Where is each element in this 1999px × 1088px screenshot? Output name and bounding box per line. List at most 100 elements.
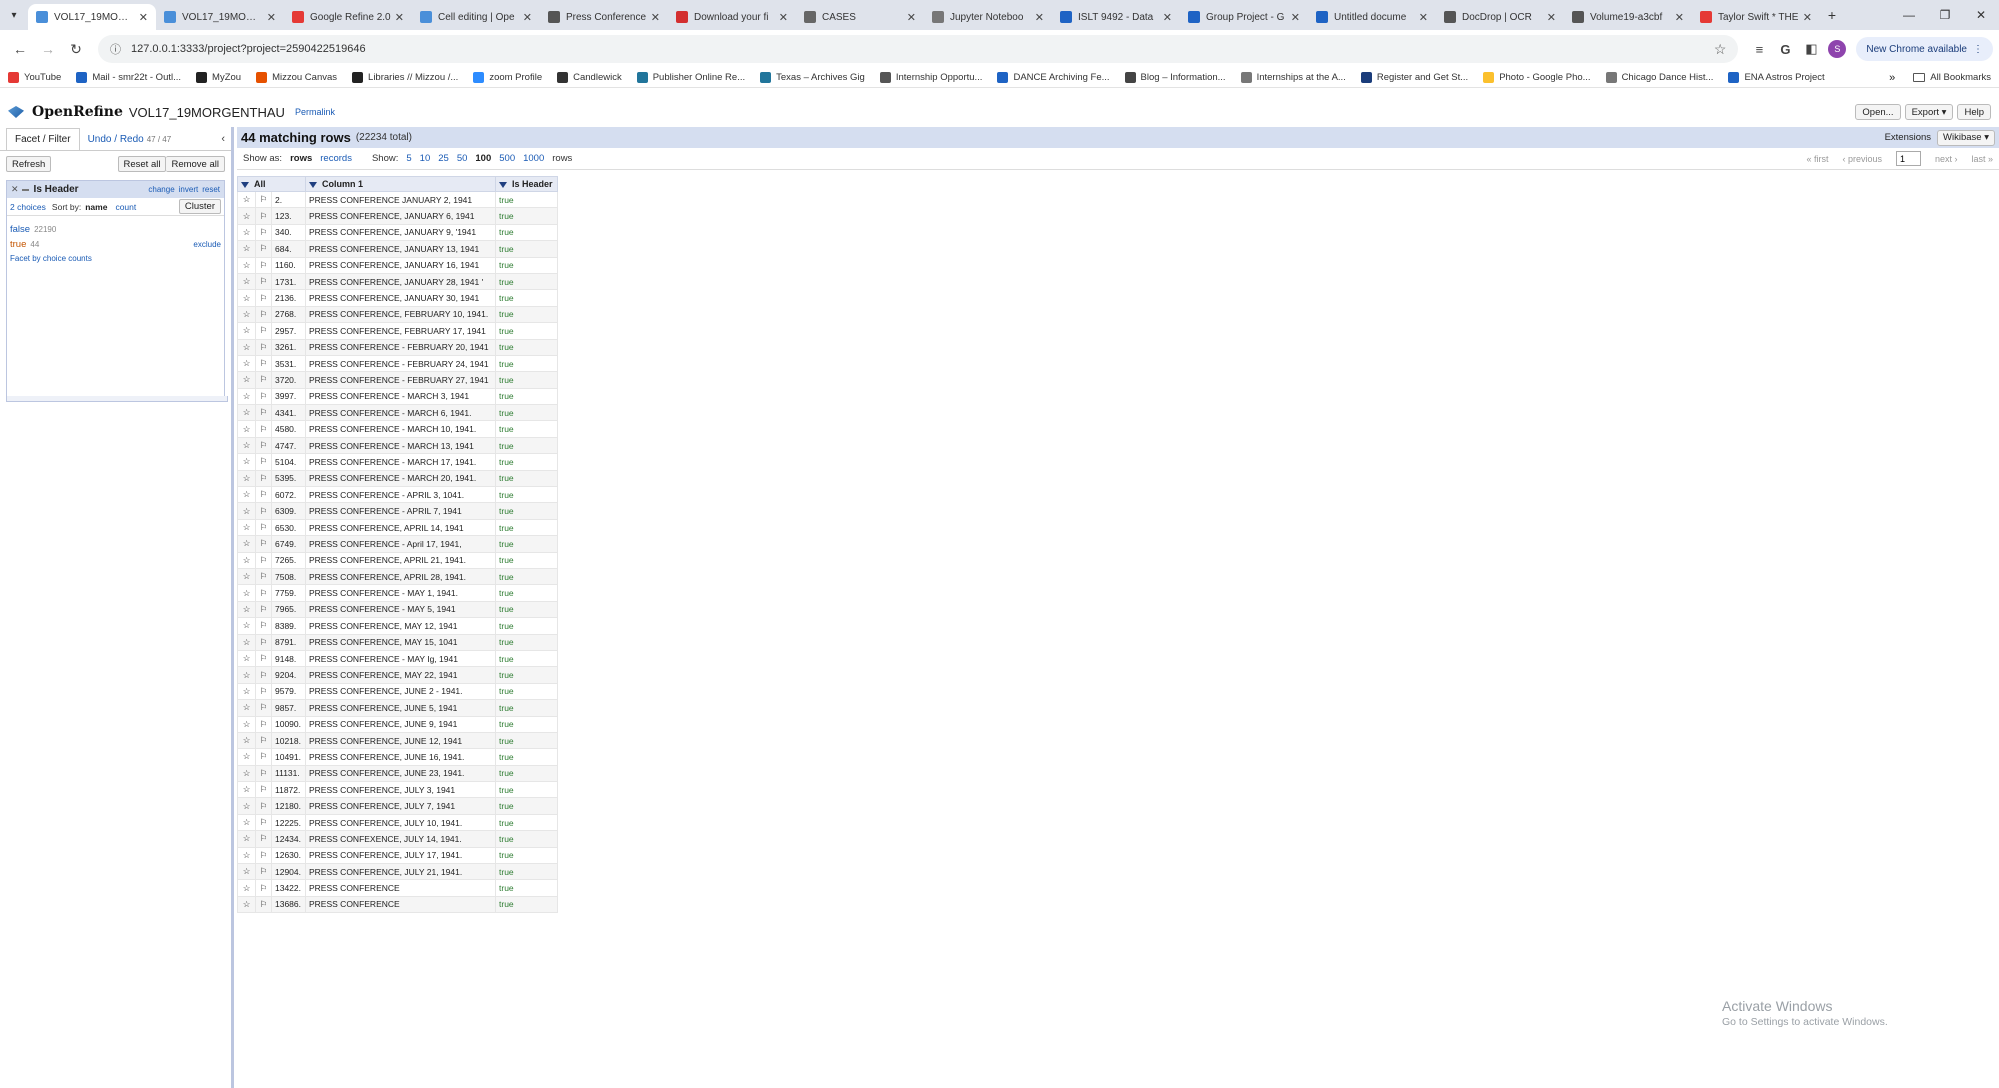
browser-tab[interactable]: DocDrop | OCR ✕ [1436, 4, 1564, 30]
cell-is-header[interactable]: true [495, 666, 558, 684]
facet-reset-link[interactable]: reset [202, 185, 220, 194]
cell-column-1[interactable]: PRESS CONFERENCE, JULY 17, 1941. [305, 846, 496, 865]
browser-tab[interactable]: ISLT 9492 - Data ✕ [1052, 4, 1180, 30]
star-row-icon[interactable]: ☆ [237, 354, 256, 373]
flag-row-icon[interactable]: ⚐ [255, 699, 272, 717]
show-as-rows[interactable]: rows [290, 153, 312, 164]
project-name[interactable]: VOL17_19MORGENTHAU [129, 105, 285, 120]
flag-row-icon[interactable]: ⚐ [255, 272, 272, 291]
page-size-option[interactable]: 10 [420, 153, 431, 164]
star-row-icon[interactable]: ☆ [237, 764, 256, 783]
flag-row-icon[interactable]: ⚐ [255, 387, 272, 406]
cell-is-header[interactable]: true [495, 404, 558, 422]
facet-choices-link[interactable]: 2 choices [10, 202, 46, 212]
cell-column-1[interactable]: PRESS CONFERENCE, MAY 22, 1941 [305, 666, 496, 684]
flag-row-icon[interactable]: ⚐ [255, 338, 272, 356]
cell-is-header[interactable]: true [495, 797, 558, 815]
flag-row-icon[interactable]: ⚐ [255, 289, 272, 307]
side-panel-icon[interactable]: ◧ [1798, 36, 1824, 62]
cell-is-header[interactable]: true [495, 715, 558, 733]
bookmark-item[interactable]: YouTube [8, 72, 61, 83]
bookmark-item[interactable]: Chicago Dance Hist... [1605, 72, 1713, 83]
cell-is-header[interactable]: true [495, 879, 558, 897]
star-row-icon[interactable]: ☆ [237, 633, 256, 651]
cell-column-1[interactable]: PRESS CONFERENCE, FEBRUARY 10, 1941. [305, 305, 496, 324]
avatar[interactable]: S [1828, 40, 1847, 58]
bookmark-item[interactable]: Photo - Google Pho... [1483, 72, 1591, 83]
cell-column-1[interactable]: PRESS CONFERENCE - APRIL 3, 1041. [305, 486, 496, 504]
restore-icon[interactable]: ❐ [1927, 0, 1963, 30]
next-page-link[interactable]: next › [1935, 154, 1958, 164]
close-tab-icon[interactable]: ✕ [1547, 11, 1556, 24]
flag-row-icon[interactable]: ⚐ [255, 404, 272, 422]
browser-tab[interactable]: CASES ✕ [796, 4, 924, 30]
media-control-icon[interactable]: ≡ [1746, 36, 1772, 62]
cell-column-1[interactable]: PRESS CONFERENCE, FEBRUARY 17, 1941 [305, 322, 496, 340]
facet-choice-false[interactable]: false 22190 [7, 222, 224, 237]
cell-column-1[interactable]: PRESS CONFERENCE, JANUARY 6, 1941 [305, 207, 496, 225]
bookmark-item[interactable]: Register and Get St... [1360, 72, 1468, 83]
flag-row-icon[interactable]: ⚐ [255, 256, 272, 274]
star-row-icon[interactable]: ☆ [237, 387, 256, 406]
cell-column-1[interactable]: PRESS CONFERENCE, JUNE 2 - 1941. [305, 682, 496, 701]
star-row-icon[interactable]: ☆ [237, 404, 256, 422]
last-page-link[interactable]: last » [1971, 154, 1993, 164]
cell-column-1[interactable]: PRESS CONFERENCE - MARCH 17, 1941. [305, 453, 496, 471]
bookmark-item[interactable]: Mizzou Canvas [256, 72, 337, 83]
new-tab-icon[interactable]: + [1820, 0, 1844, 30]
star-row-icon[interactable]: ☆ [237, 895, 256, 914]
help-button[interactable]: Help [1957, 104, 1991, 120]
refresh-button[interactable]: Refresh [6, 156, 52, 172]
cell-column-1[interactable]: PRESS CONFERENCE, JUNE 12, 1941 [305, 731, 496, 750]
all-bookmarks-button[interactable]: All Bookmarks [1913, 72, 1991, 83]
cell-column-1[interactable]: PRESS CONFERENCE - MAY 1, 1941. [305, 584, 496, 602]
site-info-icon[interactable]: ⓘ [110, 41, 121, 57]
star-row-icon[interactable]: ☆ [237, 879, 256, 897]
star-row-icon[interactable]: ☆ [237, 305, 256, 324]
previous-page-link[interactable]: ‹ previous [1842, 154, 1882, 164]
cell-is-header[interactable]: true [495, 699, 558, 717]
facet-resize-handle[interactable] [6, 396, 228, 402]
star-row-icon[interactable]: ☆ [237, 715, 256, 733]
chrome-update-button[interactable]: New Chrome available ⋮ [1856, 37, 1993, 61]
cell-is-header[interactable]: true [495, 830, 558, 848]
facet-change-link[interactable]: change [148, 185, 174, 194]
flag-row-icon[interactable]: ⚐ [255, 207, 272, 225]
bookmark-item[interactable]: zoom Profile [473, 72, 542, 83]
reload-icon[interactable]: ↻ [62, 35, 90, 63]
browser-tab[interactable]: Untitled docume ✕ [1308, 4, 1436, 30]
close-tab-icon[interactable]: ✕ [523, 11, 532, 24]
address-url[interactable]: 127.0.0.1:3333/project?project=259042251… [131, 43, 366, 55]
cell-is-header[interactable]: true [495, 256, 558, 274]
star-row-icon[interactable]: ☆ [237, 453, 256, 471]
star-row-icon[interactable]: ☆ [237, 535, 256, 553]
cell-is-header[interactable]: true [495, 371, 558, 389]
flag-row-icon[interactable]: ⚐ [255, 813, 272, 832]
star-row-icon[interactable]: ☆ [237, 813, 256, 832]
close-tab-icon[interactable]: ✕ [1035, 11, 1044, 24]
cell-is-header[interactable]: true [495, 420, 558, 438]
bookmark-item[interactable]: Libraries // Mizzou /... [352, 72, 458, 83]
cell-column-1[interactable]: PRESS CONFERENCE - FEBRUARY 24, 1941 [305, 354, 496, 373]
star-row-icon[interactable]: ☆ [237, 731, 256, 750]
address-bar[interactable]: ⓘ 127.0.0.1:3333/project?project=2590422… [98, 35, 1739, 63]
bookmark-item[interactable]: Texas – Archives Gig [760, 72, 865, 83]
star-row-icon[interactable]: ☆ [237, 666, 256, 684]
close-tab-icon[interactable]: ✕ [1803, 11, 1812, 24]
first-page-link[interactable]: « first [1806, 154, 1828, 164]
close-tab-icon[interactable]: ✕ [779, 11, 788, 24]
star-row-icon[interactable]: ☆ [237, 502, 256, 520]
cell-is-header[interactable]: true [495, 748, 558, 766]
bookmark-item[interactable]: Blog – Information... [1124, 72, 1226, 83]
browser-tab[interactable]: VOL17_19MORGE ✕ [28, 4, 156, 30]
close-tab-icon[interactable]: ✕ [1163, 11, 1172, 24]
flag-row-icon[interactable]: ⚐ [255, 846, 272, 865]
export-button[interactable]: Export ▾ [1904, 104, 1954, 120]
flag-row-icon[interactable]: ⚐ [255, 649, 272, 668]
cell-column-1[interactable]: PRESS CONFERENCE, JULY 21, 1941. [305, 863, 496, 881]
cell-column-1[interactable]: PRESS CONFERENCE [305, 879, 496, 897]
facet-by-choice-counts-link[interactable]: Facet by choice counts [7, 252, 224, 265]
star-row-icon[interactable]: ☆ [237, 338, 256, 356]
minimize-icon[interactable]: — [1891, 0, 1927, 30]
star-row-icon[interactable]: ☆ [237, 420, 256, 438]
